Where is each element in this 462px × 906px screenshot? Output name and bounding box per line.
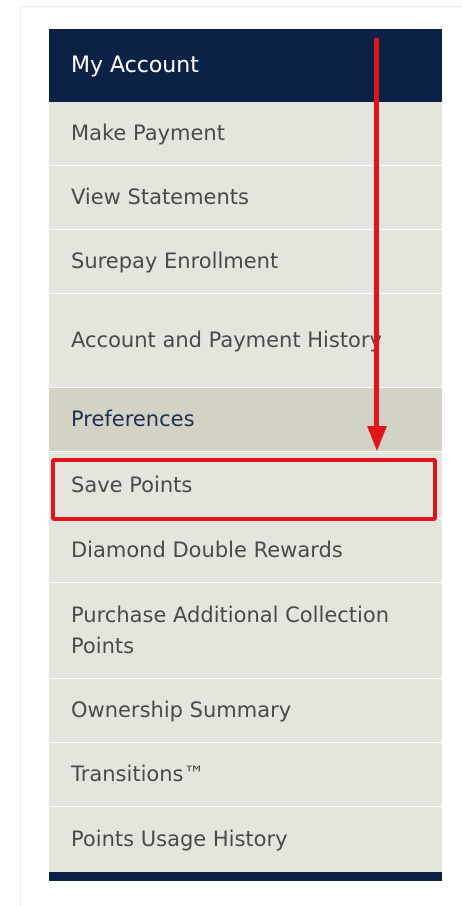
nav-item-surepay-enrollment[interactable]: Surepay Enrollment — [49, 230, 442, 294]
nav-item-transitions[interactable]: Transitions™ — [49, 743, 442, 807]
nav-item-label: Diamond Double Rewards — [71, 538, 343, 562]
nav-item-points-usage-history[interactable]: Points Usage History — [49, 807, 442, 872]
nav-item-label: Transitions™ — [71, 762, 205, 786]
nav-item-label: Preferences — [71, 407, 195, 431]
nav-item-label: Save Points — [71, 472, 193, 497]
nav-item-make-payment[interactable]: Make Payment — [49, 102, 442, 166]
nav-item-label: Purchase Additional Collection Points — [71, 602, 390, 658]
nav-item-label: Account and Payment History — [71, 328, 382, 352]
nav-item-save-points[interactable]: Save Points — [49, 452, 442, 519]
nav-item-ownership-summary[interactable]: Ownership Summary — [49, 679, 442, 743]
nav-item-label: View Statements — [71, 185, 249, 209]
nav-item-label: Ownership Summary — [71, 698, 292, 722]
arrow-head-icon — [367, 426, 387, 451]
nav-item-diamond-double-rewards[interactable]: Diamond Double Rewards — [49, 519, 442, 583]
nav-item-account-payment-history[interactable]: Account and Payment History — [49, 294, 442, 388]
nav-item-purchase-additional-collection-points[interactable]: Purchase Additional Collection Points — [49, 583, 442, 679]
nav-title: My Account — [49, 29, 442, 102]
nav-item-label: Points Usage History — [71, 827, 288, 851]
nav-item-view-statements[interactable]: View Statements — [49, 166, 442, 230]
my-account-nav: My Account Make Payment View Statements … — [49, 29, 442, 881]
nav-item-label: Make Payment — [71, 121, 225, 145]
nav-item-label: Surepay Enrollment — [71, 249, 279, 273]
down-arrow-icon — [374, 38, 379, 430]
nav-footer-bar — [49, 872, 442, 881]
